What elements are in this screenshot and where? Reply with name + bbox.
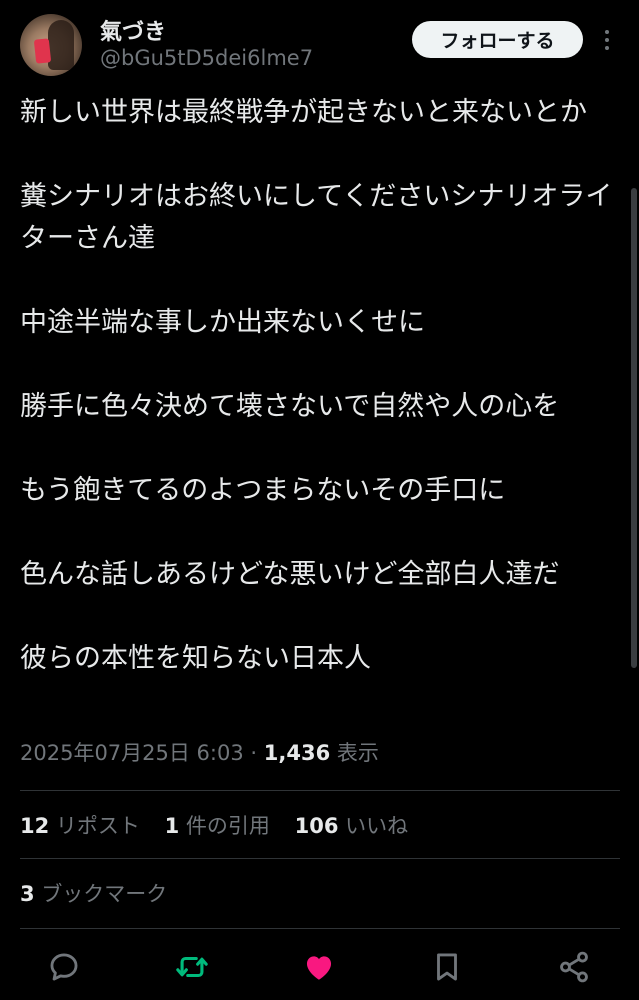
like-icon[interactable] <box>302 950 336 984</box>
reply-icon[interactable] <box>47 950 81 984</box>
share-icon[interactable] <box>557 950 591 984</box>
tweet-paragraph: もう飽きてるのよつまらないその手口に <box>20 475 506 506</box>
bookmarks-label: ブックマーク <box>41 882 168 906</box>
reposts-count: 12 <box>20 814 50 838</box>
quotes-stat[interactable]: 1 件の引用 <box>165 814 270 838</box>
tweet-paragraph: 勝手に色々決めて壊さないで自然や人の心を <box>20 391 560 422</box>
tweet-meta: 2025年07月25日 6:03 · 1,436 表示 <box>20 737 379 767</box>
tweet-paragraph: 中途半端な事しか出来ないくせに <box>20 307 425 338</box>
quotes-label: 件の引用 <box>185 814 270 838</box>
views-label: 表示 <box>336 741 379 765</box>
timestamp[interactable]: 2025年07月25日 6:03 <box>20 741 244 765</box>
bookmark-icon[interactable] <box>430 950 464 984</box>
quotes-count: 1 <box>164 814 180 838</box>
likes-label: いいね <box>345 814 409 838</box>
divider <box>20 928 620 929</box>
tweet-paragraph: 新しい世界は最終戦争が起きないと来ないとか <box>20 97 587 128</box>
tweet-paragraph: 色んな話しあるけどな悪いけど全部白人達だ <box>20 559 560 590</box>
follow-button[interactable]: フォローする <box>412 21 583 58</box>
avatar-phone <box>33 38 52 64</box>
meta-separator: · <box>250 741 258 765</box>
likes-stat[interactable]: 106 いいね <box>295 814 409 838</box>
divider <box>20 858 620 859</box>
divider <box>20 790 620 791</box>
action-bar <box>0 940 639 992</box>
bookmarks-stat[interactable]: 3 ブックマーク <box>20 878 167 908</box>
bookmarks-count: 3 <box>20 882 35 906</box>
reposts-stat[interactable]: 12 リポスト <box>20 814 140 838</box>
views-count: 1,436 <box>263 741 331 765</box>
author-handle[interactable]: @bGu5tD5dei6lme7 <box>100 46 313 70</box>
engagement-stats: 12 リポスト 1 件の引用 106 いいね <box>20 810 426 840</box>
author-display-name[interactable]: 氣づき <box>100 14 166 46</box>
tweet-header: 氣づき @bGu5tD5dei6lme7 フォローする <box>0 0 639 88</box>
more-options-icon[interactable] <box>600 28 614 52</box>
avatar[interactable] <box>20 14 82 76</box>
likes-count: 106 <box>294 814 339 838</box>
avatar-hair <box>48 20 74 70</box>
tweet-paragraph: 彼らの本性を知らない日本人 <box>20 643 371 674</box>
reposts-label: リポスト <box>55 814 140 838</box>
repost-icon[interactable] <box>175 950 209 984</box>
scrollbar[interactable] <box>631 188 637 668</box>
tweet-paragraph: 糞シナリオはお終いにしてくださいシナリオライターさん達 <box>20 181 613 254</box>
tweet-text: 新しい世界は最終戦争が起きないと来ないとか 糞シナリオはお終いにしてくださいシナ… <box>20 92 620 680</box>
